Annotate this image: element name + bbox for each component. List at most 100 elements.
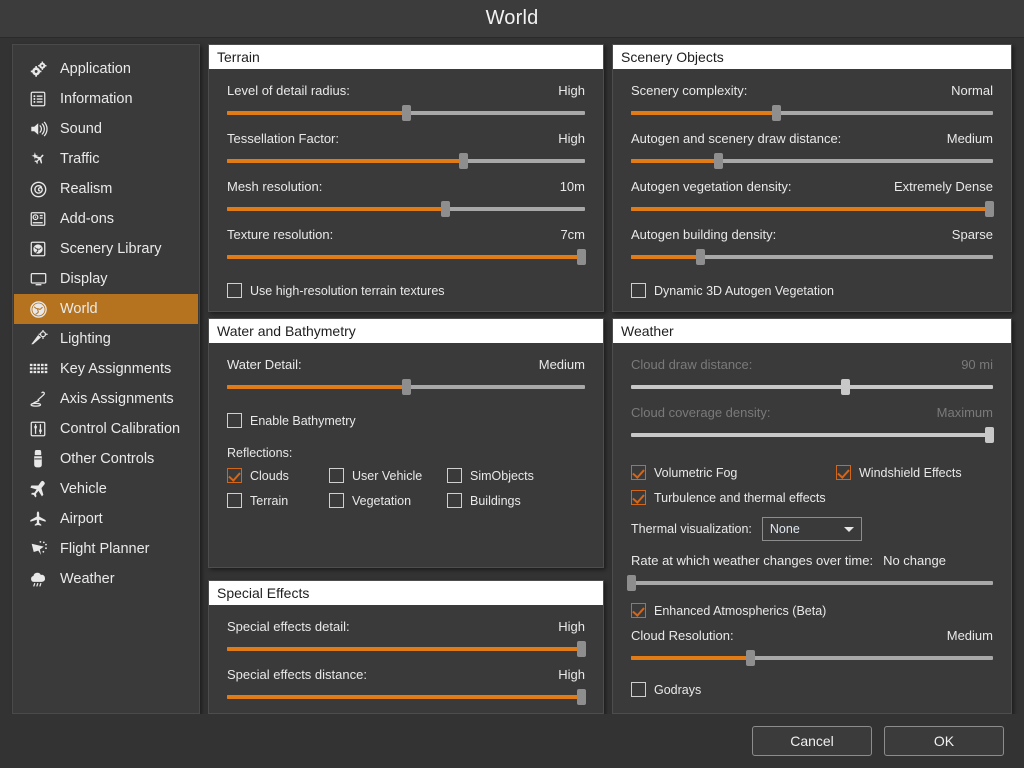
chevron-down-icon [844, 527, 854, 532]
slider-row-header: Special effects detail:High [227, 619, 585, 634]
checkbox-row-vegetation[interactable]: Vegetation [329, 493, 447, 508]
slider-thumb[interactable] [402, 379, 411, 395]
checkbox-clouds[interactable] [227, 468, 242, 483]
sidebar-item-sound[interactable]: Sound [14, 114, 198, 144]
checkbox-label: Terrain [250, 494, 288, 508]
sidebar-item-lighting[interactable]: Lighting [14, 324, 198, 354]
checkbox-terrain[interactable] [227, 493, 242, 508]
checkbox-simobjects[interactable] [447, 468, 462, 483]
slider-thumb[interactable] [577, 641, 586, 657]
sidebar-item-flight-planner[interactable]: Flight Planner [14, 534, 198, 564]
checkbox-row-enhanced-atmospherics-beta[interactable]: Enhanced Atmospherics (Beta) [631, 603, 993, 618]
sidebar-item-key-assignments[interactable]: Key Assignments [14, 354, 198, 384]
checkbox-row-enable-bathymetry[interactable]: Enable Bathymetry [227, 413, 585, 428]
airplane-top-icon [26, 508, 50, 530]
checkbox-buildings[interactable] [447, 493, 462, 508]
checkbox-use-high-resolution-terrain-textures[interactable] [227, 283, 242, 298]
checkbox-row-volumetric-fog[interactable]: Volumetric Fog [631, 465, 836, 480]
slider-autogen-vegetation-density[interactable] [631, 201, 993, 217]
slider-thumb[interactable] [627, 575, 636, 591]
slider-special-effects-distance[interactable] [227, 689, 585, 705]
checkbox-user-vehicle[interactable] [329, 468, 344, 483]
ok-button[interactable]: OK [884, 726, 1004, 756]
sidebar-item-add-ons[interactable]: Add-ons [14, 204, 198, 234]
panel-water-body: Water Detail:MediumEnable BathymetryRefl… [209, 343, 603, 516]
thermal-visualization-value: None [770, 522, 800, 536]
slider-thumb[interactable] [714, 153, 723, 169]
slider-tessellation-factor[interactable] [227, 153, 585, 169]
checkbox-row-use-high-resolution-terrain-textures[interactable]: Use high-resolution terrain textures [227, 283, 585, 298]
checkbox-label: Buildings [470, 494, 521, 508]
slider-cloud-resolution[interactable] [631, 650, 993, 666]
checkbox-label: Godrays [654, 683, 701, 697]
slider-fill [631, 159, 718, 163]
slider-water-detail[interactable] [227, 379, 585, 395]
sidebar-item-label: Sound [60, 121, 102, 137]
thermal-visualization-select[interactable]: None [762, 517, 862, 541]
checkbox-row-simobjects[interactable]: SimObjects [447, 468, 585, 483]
sidebar-item-display[interactable]: Display [14, 264, 198, 294]
slider-weather-change-rate[interactable] [631, 575, 993, 591]
checkbox-godrays[interactable] [631, 682, 646, 697]
slider-thumb[interactable] [459, 153, 468, 169]
sidebar-item-application[interactable]: Application [14, 54, 198, 84]
lighting-lamp-icon [26, 328, 50, 350]
thermal-visualization-label: Thermal visualization: [631, 522, 752, 536]
slider-mesh-resolution[interactable] [227, 201, 585, 217]
slider-thumb[interactable] [577, 689, 586, 705]
checkbox-row-godrays[interactable]: Godrays [631, 682, 993, 697]
sidebar-item-other-controls[interactable]: Other Controls [14, 444, 198, 474]
checkbox-row-turbulence-and-thermal-effects[interactable]: Turbulence and thermal effects [631, 490, 836, 505]
slider-thumb[interactable] [441, 201, 450, 217]
checkbox-volumetric-fog[interactable] [631, 465, 646, 480]
checkbox-turbulence-and-thermal-effects[interactable] [631, 490, 646, 505]
slider-row-cloud-resolution: Cloud Resolution:Medium [631, 628, 993, 666]
sidebar-item-world[interactable]: World [14, 294, 198, 324]
sidebar-item-control-calibration[interactable]: Control Calibration [14, 414, 198, 444]
slider-texture-resolution[interactable] [227, 249, 585, 265]
slider-thumb[interactable] [746, 650, 755, 666]
slider-thumb[interactable] [696, 249, 705, 265]
slider-autogen-building-density[interactable] [631, 249, 993, 265]
slider-thumb[interactable] [985, 427, 994, 443]
checkbox-windshield-effects[interactable] [836, 465, 851, 480]
spiral-dial-icon [26, 178, 50, 200]
slider-thumb[interactable] [402, 105, 411, 121]
checkbox-enhanced-atmospherics-beta[interactable] [631, 603, 646, 618]
sidebar-item-airport[interactable]: Airport [14, 504, 198, 534]
checkbox-row-user-vehicle[interactable]: User Vehicle [329, 468, 447, 483]
checkbox-enable-bathymetry[interactable] [227, 413, 242, 428]
cancel-button[interactable]: Cancel [752, 726, 872, 756]
sidebar-item-label: Airport [60, 511, 103, 527]
checkbox-row-clouds[interactable]: Clouds [227, 468, 329, 483]
panel-scenery-objects: Scenery Objects Scenery complexity:Norma… [612, 44, 1012, 312]
sidebar-item-realism[interactable]: Realism [14, 174, 198, 204]
checkbox-row-dynamic-3d-autogen-vegetation[interactable]: Dynamic 3D Autogen Vegetation [631, 283, 993, 298]
checkbox-row-terrain[interactable]: Terrain [227, 493, 329, 508]
panel-terrain-header: Terrain [209, 45, 603, 69]
sidebar-item-axis-assignments[interactable]: Axis Assignments [14, 384, 198, 414]
checkbox-vegetation[interactable] [329, 493, 344, 508]
slider-label: Autogen vegetation density: [631, 179, 791, 194]
sidebar-item-weather[interactable]: Weather [14, 564, 198, 594]
slider-thumb[interactable] [841, 379, 850, 395]
slider-level-of-detail-radius[interactable] [227, 105, 585, 121]
slider-cloud-draw-distance[interactable] [631, 379, 993, 395]
slider-value: Extremely Dense [894, 179, 993, 194]
slider-cloud-coverage-density[interactable] [631, 427, 993, 443]
slider-thumb[interactable] [577, 249, 586, 265]
sidebar-item-label: Flight Planner [60, 541, 149, 557]
slider-thumb[interactable] [772, 105, 781, 121]
slider-scenery-complexity[interactable] [631, 105, 993, 121]
sidebar-item-vehicle[interactable]: Vehicle [14, 474, 198, 504]
slider-autogen-and-scenery-draw-distance[interactable] [631, 153, 993, 169]
checkbox-row-buildings[interactable]: Buildings [447, 493, 585, 508]
checkbox-row-windshield-effects[interactable]: Windshield Effects [836, 465, 993, 480]
slider-row-header: Special effects distance:High [227, 667, 585, 682]
slider-thumb[interactable] [985, 201, 994, 217]
slider-special-effects-detail[interactable] [227, 641, 585, 657]
sidebar-item-traffic[interactable]: Traffic [14, 144, 198, 174]
sidebar-item-scenery-library[interactable]: Scenery Library [14, 234, 198, 264]
checkbox-dynamic-3d-autogen-vegetation[interactable] [631, 283, 646, 298]
sidebar-item-information[interactable]: Information [14, 84, 198, 114]
